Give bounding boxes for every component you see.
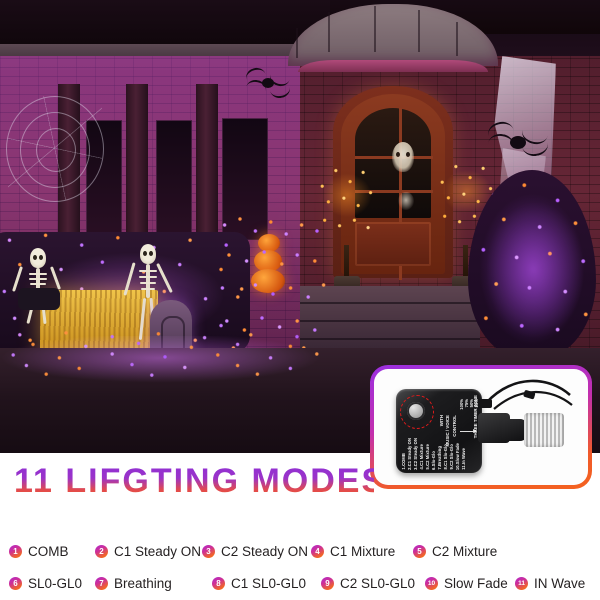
mode-badge-7: 7: [95, 576, 108, 590]
mode-item-3[interactable]: 3 C2 Steady ON: [202, 544, 311, 559]
device-mode-7: 7.Breathing: [437, 446, 442, 470]
porch-pilaster-3: [196, 84, 218, 244]
lighting-modes-list: 1 COMB 2 C1 Steady ON 3 C2 Steady ON 4 C…: [0, 536, 600, 598]
coiled-light-wire: [524, 413, 564, 447]
mode-label-5: C2 Mixture: [432, 543, 498, 559]
device-mode-5: 5.C2 Mixture: [425, 444, 430, 470]
mode-label-4: C1 Mixture: [330, 543, 396, 559]
device-mode-10: 10.Slow Fade: [455, 442, 460, 470]
mode-label-1: COMB: [28, 543, 69, 559]
mode-badge-10: 10: [425, 576, 438, 590]
device-mode-4: 4.C1 Mixture: [419, 444, 424, 470]
controller-photo: 1.COMB 2.C1 Steady ON 3.C2 Steady ON 4.C…: [374, 369, 588, 485]
mode-badge-11: 11: [515, 576, 528, 590]
mode-label-2: C1 Steady ON: [114, 543, 202, 559]
device-mode-1: 1.COMB: [401, 453, 406, 470]
controller-inset-frame: 1.COMB 2.C1 Steady ON 3.C2 Steady ON 4.C…: [370, 365, 592, 489]
mode-badge-3: 3: [202, 544, 215, 558]
device-music-line-2: MUSIC / VOICE: [445, 415, 450, 447]
cable-strain-relief: [478, 399, 492, 408]
device-music-line-1: WITH: [439, 415, 444, 427]
product-infographic: 1.COMB 2.C1 Steady ON 3.C2 Steady ON 4.C…: [0, 0, 600, 600]
device-music-line-3: CONTROL: [452, 415, 457, 437]
mode-item-4[interactable]: 4 C1 Mixture: [311, 544, 413, 559]
light-controller-box: 1.COMB 2.C1 Steady ON 3.C2 Steady ON 4.C…: [396, 389, 482, 473]
mode-badge-1: 1: [9, 544, 22, 558]
spider-web-radials: [8, 96, 102, 200]
mode-label-6: SL0-GL0: [28, 575, 83, 591]
device-mode-3: 3.C2 Steady ON: [413, 438, 418, 470]
mode-label-10: Slow Fade: [444, 575, 508, 591]
mode-badge-5: 5: [413, 544, 426, 558]
mode-item-2[interactable]: 2 C1 Steady ON: [95, 544, 202, 559]
porch-window-2: [156, 120, 192, 242]
controller-mode-button[interactable]: [407, 402, 425, 420]
mode-label-7: Breathing: [114, 575, 172, 591]
mode-label-3: C2 Steady ON: [221, 543, 309, 559]
headline-text: 11 LIFGTING MODES: [14, 462, 374, 500]
mode-item-10[interactable]: 10 Slow Fade: [425, 576, 515, 591]
device-mode-6: 6.Slo-Glo: [431, 451, 436, 470]
device-mode-2: 2.C1 Steady ON: [407, 438, 412, 470]
tree-stem-left: [344, 245, 349, 279]
device-mode-8: 8.C1 Slo-Glo: [443, 444, 448, 470]
mode-badge-2: 2: [95, 544, 108, 558]
mode-label-11: IN Wave: [534, 575, 586, 591]
ground-string-lights: [0, 330, 330, 378]
porch-pilaster-2: [126, 84, 148, 244]
mode-item-8[interactable]: 8 C1 SL0-GL0: [212, 576, 321, 591]
device-mode-9: 9.C2 Slo-Glo: [449, 444, 454, 470]
mode-item-9[interactable]: 9 C2 SL0-GL0: [321, 576, 425, 591]
mode-label-9: C2 SL0-GL0: [340, 575, 416, 591]
mode-item-11[interactable]: 11 IN Wave: [515, 576, 585, 591]
mode-item-1[interactable]: 1 COMB: [9, 544, 95, 559]
modes-row-1: 1 COMB 2 C1 Steady ON 3 C2 Steady ON 4 C…: [0, 536, 600, 566]
device-mode-11: 11.In Wave: [461, 448, 466, 470]
headline-drip-graphic: 11 LIFGTING MODES: [14, 462, 374, 500]
mode-label-8: C1 SL0-GL0: [231, 575, 307, 591]
mode-item-6[interactable]: 6 SL0-GL0: [9, 576, 95, 591]
mode-badge-4: 4: [311, 544, 324, 558]
mode-badge-9: 9: [321, 576, 334, 590]
headline-wrapper: 11 LIFGTING MODES: [14, 459, 374, 515]
mode-badge-8: 8: [212, 576, 225, 590]
mode-badge-6: 6: [9, 576, 22, 590]
skull-face-lower: [398, 192, 414, 210]
skull-face-in-door: [392, 142, 414, 172]
mode-item-7[interactable]: 7 Breathing: [95, 576, 212, 591]
modes-row-2: 6 SL0-GL0 7 Breathing 8 C1 SL0-GL0 9 C2 …: [0, 568, 600, 598]
mode-item-5[interactable]: 5 C2 Mixture: [413, 544, 497, 559]
